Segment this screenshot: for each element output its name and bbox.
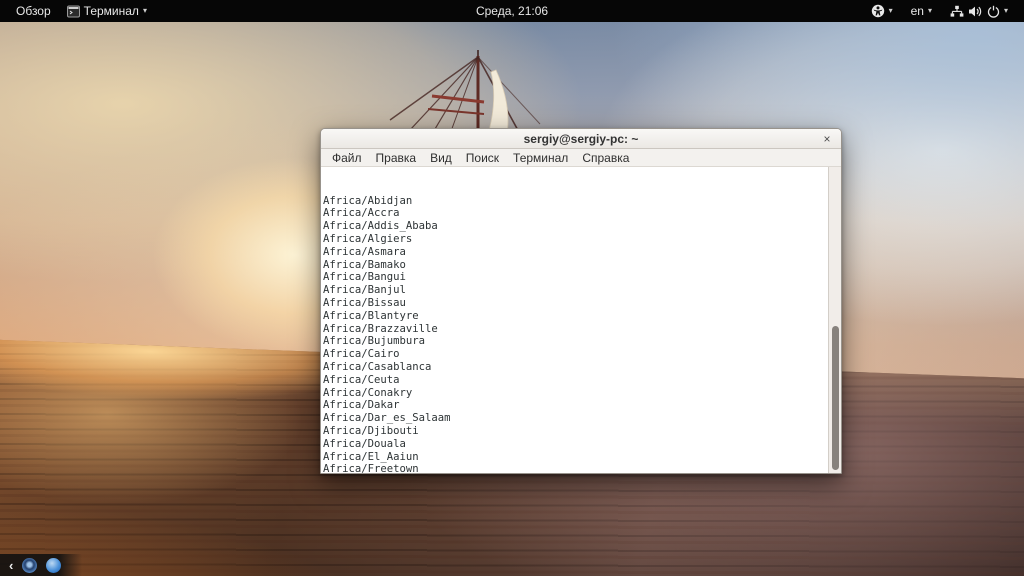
terminal-output-line: Africa/Dar_es_Salaam xyxy=(323,412,828,425)
overview-button[interactable]: Обзор xyxy=(10,2,57,20)
app-menu-label: Терминал xyxy=(84,4,139,18)
terminal-output-line: Africa/Blantyre xyxy=(323,310,828,323)
terminal-content: Africa/AbidjanAfrica/AccraAfrica/Addis_A… xyxy=(321,167,841,473)
window-title: sergiy@sergiy-pc: ~ xyxy=(524,133,639,145)
wired-network-icon xyxy=(950,5,964,18)
menu-item[interactable]: Файл xyxy=(325,151,369,165)
terminal-output-line: Africa/Brazzaville xyxy=(323,323,828,336)
keyboard-layout-menu[interactable]: en ▾ xyxy=(905,2,938,20)
keyboard-layout-label: en xyxy=(911,4,924,18)
terminal-output-line: Africa/Conakry xyxy=(323,387,828,400)
system-status-menu[interactable]: ▾ xyxy=(944,3,1014,20)
terminal-output[interactable]: Africa/AbidjanAfrica/AccraAfrica/Addis_A… xyxy=(321,167,828,473)
menu-item[interactable]: Правка xyxy=(369,151,424,165)
dock-app-icon-2[interactable] xyxy=(46,558,61,573)
overview-label: Обзор xyxy=(16,4,51,18)
terminal-output-line: Africa/Freetown xyxy=(323,463,828,473)
terminal-output-line: Africa/Bamako xyxy=(323,259,828,272)
gnome-top-bar: Обзор Терминал ▾ Среда, 21:06 xyxy=(0,0,1024,22)
terminal-output-line: Africa/Dakar xyxy=(323,399,828,412)
sailboat-mast xyxy=(388,26,578,134)
chevron-down-icon: ▾ xyxy=(1004,7,1008,15)
universal-access-icon xyxy=(871,4,885,18)
scrollbar[interactable] xyxy=(828,167,841,473)
close-button[interactable]: × xyxy=(820,132,834,146)
terminal-output-line: Africa/Douala xyxy=(323,438,828,451)
dock-app-icon-1[interactable] xyxy=(22,558,37,573)
terminal-output-line: Africa/Abidjan xyxy=(323,195,828,208)
terminal-output-line: Africa/Accra xyxy=(323,207,828,220)
terminal-output-line: Africa/Djibouti xyxy=(323,425,828,438)
terminal-icon xyxy=(67,5,80,18)
terminal-output-line: Africa/Algiers xyxy=(323,233,828,246)
chevron-down-icon: ▾ xyxy=(143,7,147,15)
terminal-output-line: Africa/Bangui xyxy=(323,271,828,284)
app-menu-button[interactable]: Терминал ▾ xyxy=(61,2,153,20)
terminal-output-line: Africa/Casablanca xyxy=(323,361,828,374)
terminal-output-line: Africa/Cairo xyxy=(323,348,828,361)
menu-item[interactable]: Справка xyxy=(575,151,636,165)
speaker-icon xyxy=(968,5,983,18)
terminal-output-line: Africa/Bujumbura xyxy=(323,335,828,348)
accessibility-menu[interactable]: ▾ xyxy=(865,2,899,20)
terminal-output-line: Africa/Asmara xyxy=(323,246,828,259)
terminal-window: sergiy@sergiy-pc: ~ × ФайлПравкаВидПоиск… xyxy=(320,128,842,474)
terminal-output-line: Africa/Addis_Ababa xyxy=(323,220,828,233)
chevron-down-icon: ▾ xyxy=(928,7,932,15)
menu-item[interactable]: Поиск xyxy=(459,151,506,165)
terminal-output-line: Africa/El_Aaiun xyxy=(323,451,828,464)
terminal-output-line: Africa/Ceuta xyxy=(323,374,828,387)
menu-item[interactable]: Терминал xyxy=(506,151,575,165)
terminal-menubar: ФайлПравкаВидПоискТерминалСправка xyxy=(321,149,841,167)
terminal-output-line: Africa/Bissau xyxy=(323,297,828,310)
terminal-output-line: Africa/Banjul xyxy=(323,284,828,297)
dock-collapse-chevron-icon[interactable]: ‹ xyxy=(9,559,13,572)
window-titlebar[interactable]: sergiy@sergiy-pc: ~ × xyxy=(321,129,841,149)
scrollbar-thumb[interactable] xyxy=(832,326,839,470)
menu-item[interactable]: Вид xyxy=(423,151,459,165)
chevron-down-icon: ▾ xyxy=(889,7,893,15)
power-icon xyxy=(987,5,1000,18)
dock-fragment: ‹ xyxy=(0,554,82,576)
